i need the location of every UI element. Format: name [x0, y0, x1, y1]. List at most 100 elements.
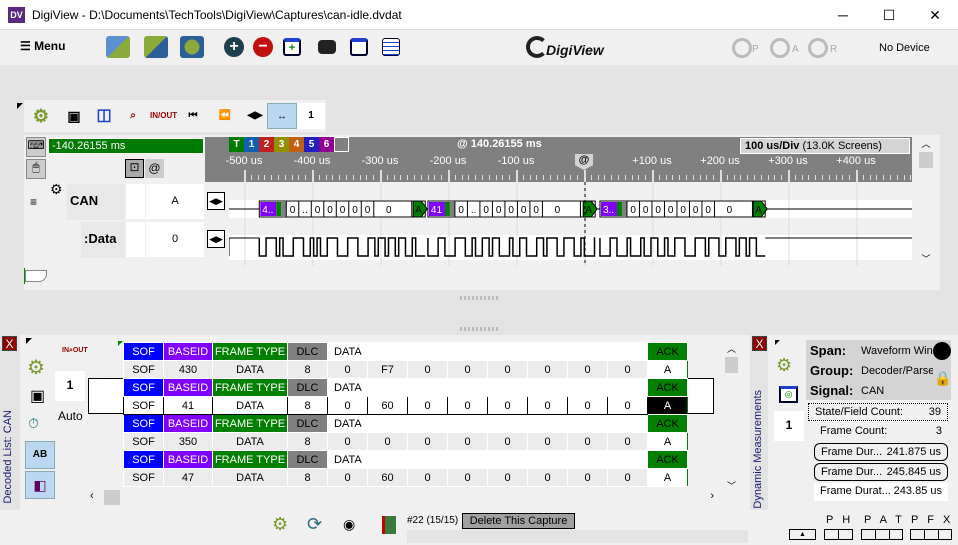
header-baseid[interactable]: BASEID [163, 342, 213, 361]
cell-data-byte[interactable]: 0 [407, 360, 448, 379]
cell-frame-type[interactable]: DATA [212, 468, 288, 487]
measurement-row[interactable]: State/Field Count: 39 [808, 403, 948, 421]
close-button[interactable]: ✕ [912, 0, 958, 30]
group-value[interactable]: Decoder/Parse [861, 365, 933, 377]
search-in-out-icon[interactable]: IN/OUT [150, 103, 177, 129]
header-baseid[interactable]: BASEID [163, 414, 213, 433]
cell-ack[interactable]: A [647, 468, 688, 487]
header-ack[interactable]: ACK [647, 450, 688, 469]
export-icon[interactable] [106, 36, 130, 58]
cell-baseid[interactable]: 350 [163, 432, 213, 451]
cell-data-byte[interactable]: 0 [487, 360, 528, 379]
cell-sof[interactable]: SOF [123, 360, 164, 379]
header-baseid[interactable]: BASEID [163, 450, 213, 469]
signal-name-can[interactable]: CAN [67, 184, 125, 220]
cell-data-byte[interactable]: 0 [527, 432, 568, 451]
keyboard-icon[interactable]: ⌨ [26, 137, 46, 157]
header-dlc[interactable]: DLC [287, 450, 328, 469]
collapse-corner-icon[interactable] [26, 338, 32, 344]
signal-gear-icon[interactable]: ⚙ [50, 181, 63, 198]
capture-icon[interactable] [318, 40, 336, 54]
cell-data-byte[interactable]: 0 [327, 468, 368, 487]
gear-icon[interactable]: ⚙ [27, 355, 45, 380]
cell-data-byte[interactable]: 0 [487, 432, 528, 451]
table-row[interactable]: SOF 430 DATA 8 0 F7 0 0 0 0 0 0 A [123, 360, 688, 379]
cell-ack[interactable]: A [647, 396, 688, 415]
header-dlc[interactable]: DLC [287, 342, 328, 361]
splitter-grip[interactable] [460, 327, 500, 331]
capture-settings-icon[interactable]: ▣ [30, 386, 45, 406]
cell-baseid[interactable]: 47 [163, 468, 213, 487]
maximize-button[interactable]: ☐ [866, 0, 912, 30]
cell-dlc[interactable]: 8 [287, 468, 328, 487]
expand-arrows-icon[interactable]: ◀▶ [207, 230, 225, 248]
cell-sof[interactable]: SOF [123, 468, 164, 487]
mouse-icon[interactable]: 🖱 [26, 159, 46, 179]
cell-data-byte[interactable]: 0 [447, 360, 488, 379]
cell-data-byte[interactable]: 0 [527, 396, 568, 415]
cell-data-byte[interactable]: 0 [607, 396, 648, 415]
cell-data-byte[interactable]: 0 [527, 360, 568, 379]
header-data[interactable]: DATA [327, 414, 648, 433]
gear-icon[interactable]: ⚙ [272, 514, 288, 535]
measurement-window-icon[interactable]: ◎ [779, 386, 798, 403]
cell-dlc[interactable]: 8 [287, 396, 328, 415]
cell-sof[interactable]: SOF [123, 432, 164, 451]
timestamp-icon[interactable]: ⏱ [28, 415, 39, 432]
header-frame-type[interactable]: FRAME TYPE [212, 450, 288, 469]
ascii-hex-toggle-icon[interactable]: AB [25, 441, 55, 469]
zoom-out-icon[interactable]: − [253, 37, 273, 57]
cell-baseid[interactable]: 41 [163, 396, 213, 415]
signal-value[interactable]: CAN [861, 385, 884, 397]
decoded-close-button[interactable]: X [2, 336, 17, 351]
measurement-count[interactable]: 1 [774, 411, 804, 441]
cursor-marker[interactable]: @ [575, 154, 593, 170]
measurement-row[interactable]: Frame Dur... 241.875 us [814, 443, 948, 461]
header-dlc[interactable]: DLC [287, 378, 328, 397]
span-value[interactable]: Waveform Win [861, 345, 933, 357]
waveform-vscrollbar[interactable]: ︿ ﹀ [918, 137, 934, 265]
cell-data-byte[interactable]: 60 [367, 396, 408, 415]
measurement-row[interactable]: Frame Durat... 243.85 us [814, 483, 948, 501]
cell-baseid[interactable]: 430 [163, 360, 213, 379]
bookmark-book-icon[interactable] [382, 516, 396, 534]
cell-data-byte[interactable]: 0 [567, 396, 608, 415]
import-icon[interactable] [144, 36, 168, 58]
cell-data-byte[interactable]: 0 [487, 396, 528, 415]
cell-data-byte[interactable]: 0 [567, 432, 608, 451]
table-row[interactable]: SOF 47 DATA 8 0 60 0 0 0 0 0 0 A [123, 468, 688, 487]
run-repeat-icon[interactable] [808, 38, 828, 58]
cell-data-byte[interactable]: 0 [527, 468, 568, 487]
header-frame-type[interactable]: FRAME TYPE [212, 342, 288, 361]
cursor-time-field[interactable]: -140.26155 ms [48, 138, 204, 154]
measurements-close-button[interactable]: X [752, 336, 767, 351]
cell-sof[interactable]: SOF [123, 396, 164, 415]
header-data[interactable]: DATA [327, 342, 648, 361]
at-button[interactable]: @ [145, 159, 164, 178]
decoded-vscrollbar[interactable]: ︿ ﹀ [723, 342, 740, 506]
fast-step-icon[interactable]: ⏪ [212, 103, 238, 129]
cell-data-byte[interactable]: 0 [447, 396, 488, 415]
refresh-icon[interactable]: ⟳ [307, 514, 322, 535]
capture-settings-icon[interactable]: ▣ [61, 103, 87, 129]
cell-data-byte[interactable]: 0 [407, 468, 448, 487]
gear-icon[interactable]: ⚙ [776, 355, 792, 376]
cell-dlc[interactable]: 8 [287, 360, 328, 379]
cell-data-byte[interactable]: 0 [447, 432, 488, 451]
signal-name-data[interactable]: :Data [81, 222, 125, 258]
waveform-layout-icon[interactable] [382, 38, 400, 56]
header-frame-type[interactable]: FRAME TYPE [212, 378, 288, 397]
menu-button[interactable]: ☰ Menu [20, 39, 65, 53]
cell-data-byte[interactable]: 0 [607, 468, 648, 487]
header-dlc[interactable]: DLC [287, 414, 328, 433]
table-row[interactable]: SOF 41 DATA 8 0 60 0 0 0 0 0 0 A [123, 396, 688, 415]
search-in-out-icon[interactable]: IN⌕OUT [62, 347, 88, 355]
gear-icon[interactable]: ⚙ [28, 103, 54, 129]
zoom-in-icon[interactable]: + [224, 37, 244, 57]
search-edge-icon[interactable]: ⌕ [120, 103, 146, 129]
expand-arrows-icon[interactable]: ◀▶ [207, 192, 225, 210]
cell-data-byte[interactable]: F7 [367, 360, 408, 379]
settings-check-icon[interactable] [180, 36, 204, 58]
cell-data-byte[interactable]: 0 [567, 360, 608, 379]
link-icon[interactable]: ⊡ [125, 159, 144, 178]
